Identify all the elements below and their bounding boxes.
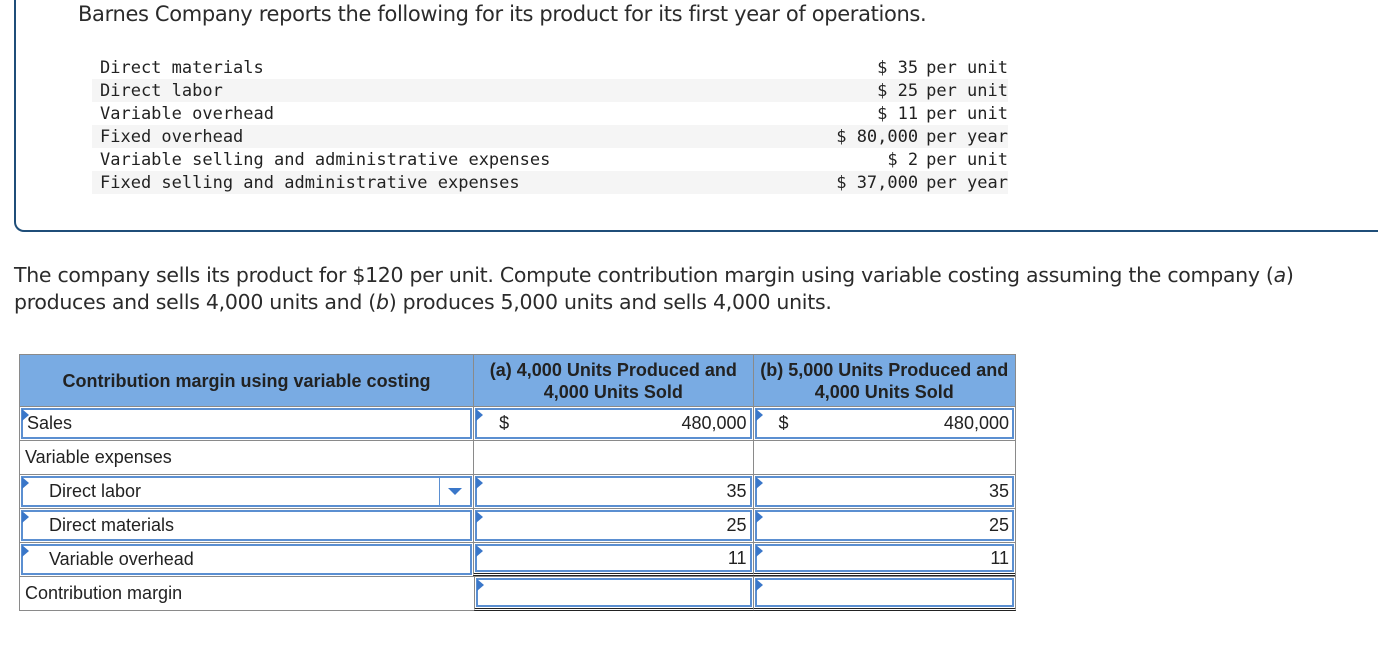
empty-cell (752, 441, 1015, 474)
sales-b-cell: $ 480,000 (752, 407, 1015, 440)
variable-overhead-a-cell: 11 (473, 543, 753, 576)
row-label: Contribution margin (25, 583, 183, 603)
row-label: Sales (27, 413, 73, 433)
question-part-b-letter: b (375, 290, 389, 314)
given-basis: per year (926, 172, 1008, 193)
given-row: Fixed overhead $ 80,000 per year (92, 125, 1008, 148)
given-amount: $ 80,000 (836, 126, 919, 147)
cell-value: 480,000 (681, 413, 747, 433)
given-amount: $ 37,000 (836, 172, 919, 193)
column-header-label: Contribution margin using variable costi… (62, 370, 431, 391)
variable-overhead-b-input[interactable]: 11 (754, 544, 1014, 572)
given-label: Variable overhead (100, 103, 274, 124)
direct-labor-select[interactable]: Direct labor (21, 476, 473, 507)
currency-symbol: $ (778, 413, 789, 433)
column-header-b: (b) 5,000 Units Produced and 4,000 Units… (752, 355, 1015, 406)
table-row-direct-materials: Direct materials 25 25 (19, 509, 1016, 543)
given-row: Direct labor $ 25 per unit (92, 79, 1008, 102)
row-label-cell: Contribution margin (20, 577, 474, 611)
row-label: Direct materials (49, 515, 175, 535)
sales-a-input[interactable]: $ 480,000 (475, 408, 752, 439)
question-part-a-letter: a (1273, 263, 1287, 287)
table-row-contribution-margin: Contribution margin (19, 577, 1016, 611)
table-header: Contribution margin using variable costi… (19, 354, 1016, 407)
given-amount: $ 2 (887, 149, 919, 170)
variable-overhead-b-cell: 11 (752, 543, 1015, 576)
direct-materials-select[interactable]: Direct materials (21, 510, 473, 541)
cell-value: 25 (726, 515, 747, 535)
given-row: Variable overhead $ 11 per unit (92, 102, 1008, 125)
direct-materials-a-cell: 25 (473, 509, 752, 542)
variable-overhead-a-input[interactable]: 11 (475, 544, 752, 572)
given-basis: per unit (926, 80, 1008, 101)
sales-label-input[interactable]: Sales (21, 408, 473, 439)
given-basis: per unit (926, 57, 1008, 78)
row-label-cell: Direct labor (20, 475, 473, 508)
cell-value: 11 (990, 547, 1009, 568)
question-part: ) produces 5,000 units and sells 4,000 u… (388, 290, 832, 314)
given-amount: $ 11 (877, 103, 919, 124)
contribution-margin-a-input[interactable] (475, 578, 753, 607)
table-row-variable-overhead: Variable overhead 11 11 (19, 543, 1016, 577)
given-label: Fixed overhead (100, 126, 244, 147)
dropdown-button[interactable] (439, 478, 470, 505)
cell-value: 35 (988, 481, 1009, 501)
given-row: Fixed selling and administrative expense… (92, 171, 1008, 194)
sales-b-input[interactable]: $ 480,000 (754, 408, 1014, 439)
given-basis: per year (926, 126, 1008, 147)
cell-value: 11 (727, 547, 747, 568)
direct-materials-b-cell: 25 (752, 509, 1015, 542)
given-label: Variable selling and administrative expe… (100, 149, 551, 170)
currency-symbol: $ (499, 413, 510, 433)
row-label-cell: Variable overhead (20, 543, 473, 576)
column-header-a: (a) 4,000 Units Produced and 4,000 Units… (473, 355, 752, 406)
table-row-variable-expenses: Variable expenses (19, 441, 1016, 475)
given-row: Direct materials $ 35 per unit (92, 56, 1008, 79)
table-row-direct-labor: Direct labor 35 35 (19, 475, 1016, 509)
row-label: Direct labor (49, 481, 142, 501)
direct-labor-b-input[interactable]: 35 (754, 476, 1014, 507)
given-amount: $ 35 (877, 57, 919, 78)
given-basis: per unit (926, 103, 1008, 124)
empty-cell (473, 441, 752, 474)
cell-value: 25 (988, 515, 1009, 535)
question-part: The company sells its product for $120 p… (14, 263, 1274, 287)
chevron-down-icon (448, 488, 463, 495)
intro-text: Barnes Company reports the following for… (78, 2, 927, 26)
row-label-cell: Variable expenses (20, 441, 473, 474)
given-label: Direct labor (100, 80, 223, 101)
row-label-cell: Direct materials (20, 509, 473, 542)
given-label: Fixed selling and administrative expense… (100, 172, 520, 193)
cell-value: 35 (726, 481, 747, 501)
row-label: Variable overhead (49, 549, 194, 569)
sales-a-cell: $ 480,000 (473, 407, 752, 440)
direct-materials-b-input[interactable]: 25 (754, 510, 1014, 541)
given-amount: $ 25 (877, 80, 919, 101)
variable-overhead-select[interactable]: Variable overhead (21, 544, 473, 575)
question-text: The company sells its product for $120 p… (14, 262, 1364, 316)
direct-materials-a-input[interactable]: 25 (475, 510, 752, 541)
contribution-margin-a-cell (473, 577, 754, 611)
table-row-sales: Sales $ 480,000 $ 480,000 (19, 407, 1016, 441)
contribution-margin-b-cell (753, 577, 1016, 611)
given-row: Variable selling and administrative expe… (92, 148, 1008, 171)
contribution-margin-b-input[interactable] (755, 578, 1014, 607)
direct-labor-a-cell: 35 (473, 475, 752, 508)
row-label-cell: Sales (20, 407, 473, 440)
contribution-margin-table: Contribution margin using variable costi… (19, 354, 1016, 611)
row-label: Variable expenses (25, 447, 172, 467)
direct-labor-a-input[interactable]: 35 (475, 476, 752, 507)
direct-labor-b-cell: 35 (752, 475, 1015, 508)
given-label: Direct materials (100, 57, 264, 78)
given-basis: per unit (926, 149, 1008, 170)
given-data-table: Direct materials $ 35 per unit Direct la… (92, 56, 1008, 194)
cell-value: 480,000 (943, 413, 1009, 433)
